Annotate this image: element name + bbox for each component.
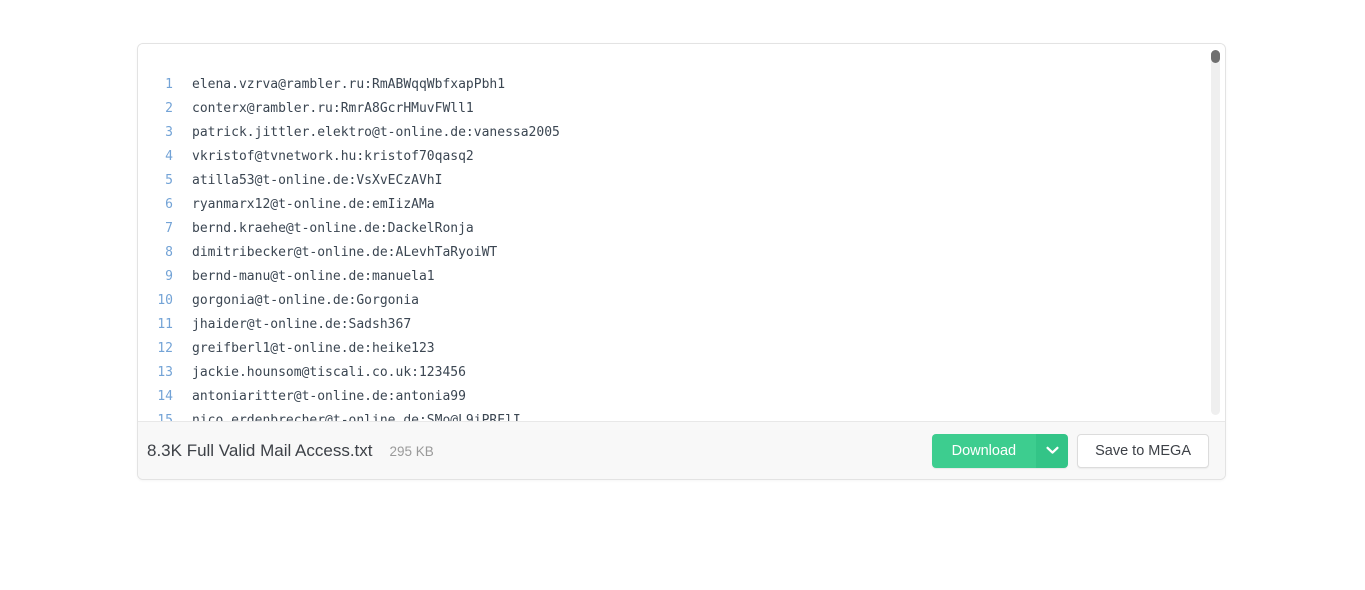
line-content: patrick.jittler.elektro@t-online.de:vane… xyxy=(192,125,560,140)
line-content: elena.vzrva@rambler.ru:RmABWqqWbfxapPbh1 xyxy=(192,77,506,92)
file-meta: 8.3K Full Valid Mail Access.txt 295 KB xyxy=(147,441,932,461)
line-number: 6 xyxy=(165,197,173,212)
preview-scrollbar-track[interactable] xyxy=(1211,50,1220,415)
line-content: vkristof@tvnetwork.hu:kristof70qasq2 xyxy=(192,149,474,164)
code-line: 5 atilla53@t-online.de:VsXvECzAVhI xyxy=(138,169,1225,193)
code-line: 11 jhaider@t-online.de:Sadsh367 xyxy=(138,313,1225,337)
line-number: 7 xyxy=(165,221,173,236)
code-line: 7 bernd.kraehe@t-online.de:DackelRonja xyxy=(138,217,1225,241)
file-name: 8.3K Full Valid Mail Access.txt xyxy=(147,440,373,460)
file-size: 295 KB xyxy=(389,443,434,459)
line-number: 5 xyxy=(165,173,173,188)
line-number: 1 xyxy=(165,77,173,92)
code-line: 12 greifberl1@t-online.de:heike123 xyxy=(138,337,1225,361)
line-content: nico.erdenbrecher@t-online.de:SMo@L9iPRE… xyxy=(192,413,521,421)
code-line: 14 antoniaritter@t-online.de:antonia99 xyxy=(138,385,1225,409)
line-number: 11 xyxy=(157,317,173,332)
code-preview-viewport[interactable]: 1 elena.vzrva@rambler.ru:RmABWqqWbfxapPbh… xyxy=(138,44,1225,421)
line-number: 12 xyxy=(157,341,173,356)
line-number: 3 xyxy=(165,125,173,140)
code-line-list: 1 elena.vzrva@rambler.ru:RmABWqqWbfxapPbh… xyxy=(138,73,1225,421)
line-content: gorgonia@t-online.de:Gorgonia xyxy=(192,293,419,308)
save-to-mega-button[interactable]: Save to MEGA xyxy=(1077,433,1209,468)
code-line: 1 elena.vzrva@rambler.ru:RmABWqqWbfxapPbh… xyxy=(138,73,1225,97)
file-preview-card: 1 elena.vzrva@rambler.ru:RmABWqqWbfxapPbh… xyxy=(137,43,1226,480)
code-line: 6 ryanmarx12@t-online.de:emIizAMa xyxy=(138,193,1225,217)
line-content: jhaider@t-online.de:Sadsh367 xyxy=(192,317,412,332)
line-content: bernd.kraehe@t-online.de:DackelRonja xyxy=(192,221,474,236)
preview-scrollbar-thumb[interactable] xyxy=(1211,50,1220,63)
chevron-down-icon xyxy=(1046,446,1059,455)
code-line: 4 vkristof@tvnetwork.hu:kristof70qasq2 xyxy=(138,145,1225,169)
download-options-button[interactable] xyxy=(1036,433,1069,468)
line-content: greifberl1@t-online.de:heike123 xyxy=(192,341,435,356)
line-number: 15 xyxy=(157,413,173,421)
line-content: jackie.hounsom@tiscali.co.uk:123456 xyxy=(192,365,466,380)
download-button[interactable]: Download xyxy=(931,433,1037,468)
line-content: conterx@rambler.ru:RmrA8GcrHMuvFWll1 xyxy=(192,101,474,116)
code-line: 8 dimitribecker@t-online.de:ALevhTaRyoiWT xyxy=(138,241,1225,265)
line-number: 14 xyxy=(157,389,173,404)
line-content: dimitribecker@t-online.de:ALevhTaRyoiWT xyxy=(192,245,498,260)
line-content: antoniaritter@t-online.de:antonia99 xyxy=(192,389,466,404)
code-line: 15 nico.erdenbrecher@t-online.de:SMo@L9iP… xyxy=(138,409,1225,421)
code-line: 10 gorgonia@t-online.de:Gorgonia xyxy=(138,289,1225,313)
line-number: 10 xyxy=(157,293,173,308)
code-line: 2 conterx@rambler.ru:RmrA8GcrHMuvFWll1 xyxy=(138,97,1225,121)
code-line: 3 patrick.jittler.elektro@t-online.de:van… xyxy=(138,121,1225,145)
footer-actions: Download Save to MEGA xyxy=(931,433,1209,468)
download-split-button: Download xyxy=(931,433,1069,468)
line-number: 4 xyxy=(165,149,173,164)
line-number: 8 xyxy=(165,245,173,260)
line-number: 13 xyxy=(157,365,173,380)
preview-footer: 8.3K Full Valid Mail Access.txt 295 KB D… xyxy=(138,421,1225,479)
line-number: 9 xyxy=(165,269,173,284)
line-content: ryanmarx12@t-online.de:emIizAMa xyxy=(192,197,435,212)
line-content: atilla53@t-online.de:VsXvECzAVhI xyxy=(192,173,443,188)
line-content: bernd-manu@t-online.de:manuela1 xyxy=(192,269,435,284)
code-line: 13 jackie.hounsom@tiscali.co.uk:123456 xyxy=(138,361,1225,385)
line-number: 2 xyxy=(165,101,173,116)
code-line: 9 bernd-manu@t-online.de:manuela1 xyxy=(138,265,1225,289)
